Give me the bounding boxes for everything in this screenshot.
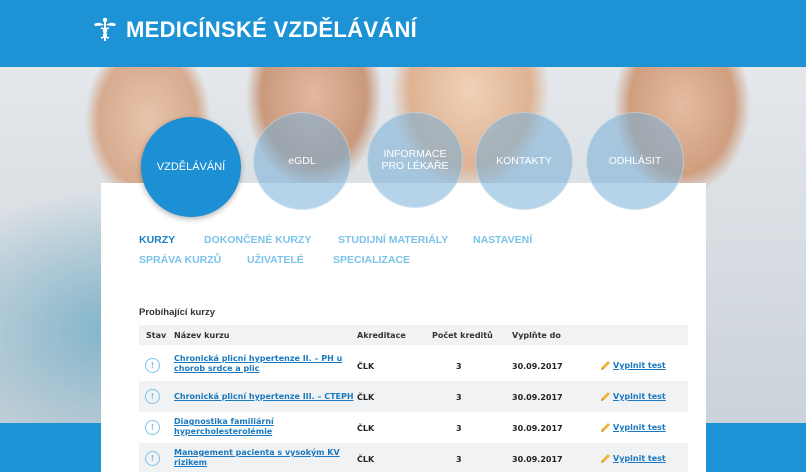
course-name-link[interactable]: Diagnostika familiární hypercholesterolé… xyxy=(174,417,314,437)
credits: 3 xyxy=(456,393,462,402)
pencil-icon xyxy=(601,454,610,463)
credits: 3 xyxy=(456,424,462,433)
pencil-icon xyxy=(601,423,610,432)
accreditation: ČLK xyxy=(357,455,375,464)
due-date: 30.09.2017 xyxy=(512,455,563,464)
fill-test-link[interactable]: Vyplnit test xyxy=(600,360,666,371)
accreditation: ČLK xyxy=(357,393,375,402)
fill-test-link[interactable]: Vyplnit test xyxy=(600,391,666,402)
fill-test-link[interactable]: Vyplnit test xyxy=(600,422,666,433)
due-date: 30.09.2017 xyxy=(512,362,563,371)
nav-odhlasit[interactable]: ODHLÁSIT xyxy=(586,112,684,210)
warning-status-icon: ! xyxy=(145,389,160,404)
nav-vzdelavani[interactable]: VZDĚLÁVÁNÍ xyxy=(141,117,241,217)
section-title: Probíhající kurzy xyxy=(139,307,216,318)
pencil-icon xyxy=(601,361,610,370)
pencil-icon xyxy=(601,392,610,401)
course-name-link[interactable]: Chronická plicní hypertenze II. – PH u c… xyxy=(174,354,349,374)
tab-studijni-materialy[interactable]: STUDIJNÍ MATERIÁLY xyxy=(338,234,448,246)
site-logo[interactable]: MEDICÍNSKÉ VZDĚLÁVÁNÍ xyxy=(92,17,417,43)
nav-informace-pro-lekare[interactable]: INFORMACE PRO LÉKAŘE xyxy=(367,112,463,208)
fill-test-label: Vyplnit test xyxy=(613,423,666,432)
fill-test-label: Vyplnit test xyxy=(613,361,666,370)
tab-sprava-kurzu[interactable]: SPRÁVA KURZŮ xyxy=(139,254,221,266)
credits: 3 xyxy=(456,362,462,371)
fill-test-link[interactable]: Vyplnit test xyxy=(600,453,666,464)
credits: 3 xyxy=(456,455,462,464)
course-name-link[interactable]: Chronická plicní hypertenze III. – CTEPH xyxy=(174,392,374,402)
tab-dokoncene-kurzy[interactable]: DOKONČENÉ KURZY xyxy=(204,234,311,246)
fill-test-label: Vyplnit test xyxy=(613,392,666,401)
course-name-link[interactable]: Management pacienta s vysokým KV rizikem xyxy=(174,448,344,468)
header-vyplnte-do: Vyplňte do xyxy=(512,331,561,340)
accreditation: ČLK xyxy=(357,362,375,371)
due-date: 30.09.2017 xyxy=(512,424,563,433)
accreditation: ČLK xyxy=(357,424,375,433)
fill-test-label: Vyplnit test xyxy=(613,454,666,463)
due-date: 30.09.2017 xyxy=(512,393,563,402)
warning-status-icon: ! xyxy=(145,451,160,466)
tab-specializace[interactable]: SPECIALIZACE xyxy=(333,254,410,266)
nav-kontakty[interactable]: KONTAKTY xyxy=(475,112,573,210)
nav-egdl[interactable]: eGDL xyxy=(253,112,351,210)
header-nazev-kurzu: Název kurzu xyxy=(174,331,230,340)
top-header-bar: MEDICÍNSKÉ VZDĚLÁVÁNÍ xyxy=(0,0,806,67)
tab-uzivatele[interactable]: UŽIVATELÉ xyxy=(247,254,304,266)
tab-kurzy[interactable]: KURZY xyxy=(139,234,175,246)
warning-status-icon: ! xyxy=(145,358,160,373)
caduceus-icon xyxy=(94,17,116,41)
tab-nastaveni[interactable]: NASTAVENÍ xyxy=(473,234,532,246)
warning-status-icon: ! xyxy=(145,420,160,435)
site-title: MEDICÍNSKÉ VZDĚLÁVÁNÍ xyxy=(126,17,418,42)
header-akreditace: Akreditace xyxy=(357,331,406,340)
header-stav: Stav xyxy=(146,331,167,340)
header-pocet-kreditu: Počet kreditů xyxy=(432,331,493,340)
